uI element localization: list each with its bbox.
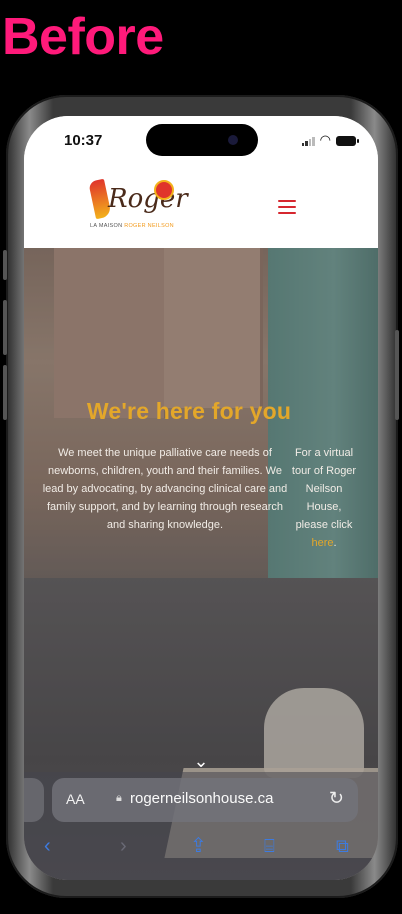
logo-script-text: Roger	[108, 184, 188, 214]
logo-subtitle: LA MAISON ROGER NEILSON	[90, 223, 174, 229]
share-icon[interactable]: ⇪	[190, 836, 207, 856]
side-button-left-1	[3, 250, 7, 280]
chevron-right-icon[interactable]: ›	[120, 836, 127, 856]
reload-icon[interactable]: ↻	[329, 788, 344, 809]
address-bar[interactable]: AA 🔒︎ rogerneilsonhouse.ca ↻	[52, 778, 358, 822]
signal-icon	[301, 137, 315, 146]
url-text[interactable]: rogerneilsonhouse.ca	[130, 790, 273, 807]
status-time: 10:37	[64, 132, 103, 149]
before-heading: Before	[2, 8, 164, 66]
camera-icon	[228, 135, 238, 145]
chevron-down-icon[interactable]: ⌄	[190, 752, 212, 770]
hero-virtual-tour-text: For a virtual tour of Roger Neilson Hous…	[291, 447, 357, 549]
site-logo[interactable]: Roger LA MAISON ROGER NEILSON	[82, 176, 188, 236]
battery-icon	[336, 136, 359, 146]
tabs-icon[interactable]: ⧉	[336, 836, 349, 856]
page-settings-button[interactable]: AA	[66, 791, 85, 807]
site-header: Roger LA MAISON ROGER NEILSON	[24, 168, 378, 248]
virtual-tour-label: For a virtual tour of Roger Neilson Hous…	[291, 447, 357, 531]
wifi-icon: ◠	[319, 132, 331, 147]
hero-section: We're here for you We meet the unique pa…	[24, 248, 378, 880]
virtual-tour-link[interactable]: here	[311, 537, 333, 549]
logo-dot-icon	[154, 180, 174, 200]
dynamic-island	[146, 124, 258, 156]
status-bar: 10:37 ◠	[24, 116, 378, 168]
lock-icon: 🔒︎	[116, 792, 122, 804]
status-icons: ◠	[301, 132, 359, 147]
side-button-left-2	[3, 300, 7, 355]
side-button-right	[395, 330, 399, 420]
safari-bottom-bar: AA 🔒︎ rogerneilsonhouse.ca ↻ ‹ › ⇪ ⌸ ⧉	[24, 772, 378, 880]
hero-body-text: We meet the unique palliative care needs…	[42, 447, 288, 531]
phone-screen: 10:37 ◠ Roger LA MAISON ROGER NEILSON We…	[24, 116, 378, 880]
hamburger-menu-icon[interactable]	[278, 200, 296, 214]
book-icon[interactable]: ⌸	[264, 836, 275, 856]
hero-title: We're here for you	[86, 398, 292, 424]
side-button-left-3	[3, 365, 7, 420]
previous-tab-card[interactable]	[24, 778, 44, 822]
chevron-left-icon[interactable]: ‹	[44, 836, 51, 856]
